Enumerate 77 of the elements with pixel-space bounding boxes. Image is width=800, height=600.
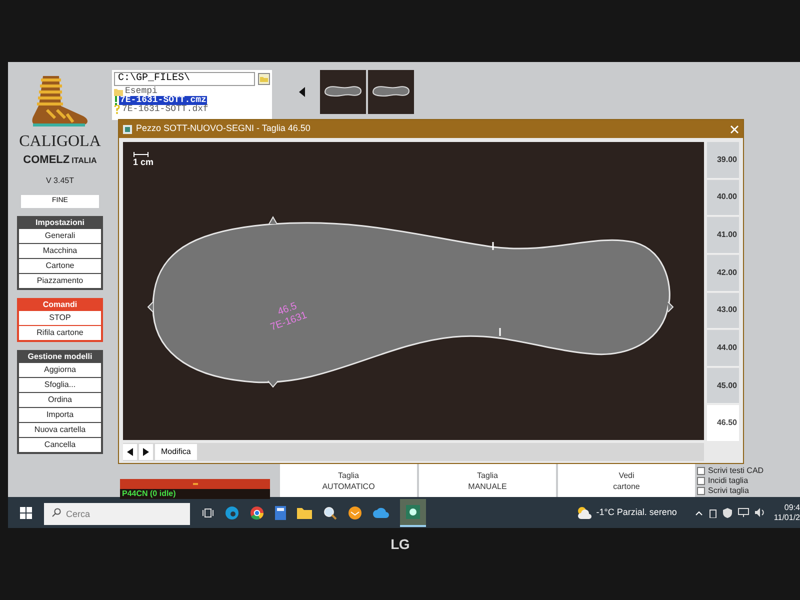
menu-button[interactable]: Cartone: [19, 258, 101, 272]
file-item[interactable]: 7E-1631-SOTT.cmz: [119, 96, 208, 105]
folder-icon: [114, 88, 123, 96]
left-arrow-icon: [127, 448, 133, 456]
menu-button[interactable]: Sfoglia...: [19, 378, 101, 392]
menu-button[interactable]: Ordina: [19, 392, 101, 406]
logo-brand: COMELZ: [23, 153, 70, 168]
cloud-icon[interactable]: [373, 507, 389, 518]
next-button[interactable]: [139, 444, 153, 460]
window-icon: [123, 124, 132, 134]
shield-icon[interactable]: [722, 508, 732, 518]
task-view-icon[interactable]: [202, 506, 214, 518]
action-button[interactable]: Vedi cartone: [558, 464, 695, 497]
action-button[interactable]: Taglia MANUALE: [419, 464, 556, 497]
menu-button[interactable]: Generali: [19, 228, 101, 242]
size-list-item[interactable]: 42.00: [707, 254, 739, 292]
exclamation-icon: [114, 96, 118, 105]
clock-time[interactable]: 09:4: [784, 502, 800, 512]
speaker-icon[interactable]: [754, 508, 766, 517]
right-arrow-icon: [143, 448, 149, 456]
folder-icon[interactable]: [297, 506, 312, 518]
action-button[interactable]: Taglia AUTOMATICO: [280, 464, 417, 497]
size-list-item[interactable]: 40.00: [707, 180, 739, 216]
question-icon: [114, 105, 120, 114]
path-field[interactable]: C:\GP_FILES\: [114, 72, 255, 86]
close-icon[interactable]: [730, 124, 739, 134]
window-title: Pezzo SOTT-NUOVO-SEGNI - Taglia 46.50: [136, 122, 312, 136]
menu-button[interactable]: Importa: [19, 408, 101, 422]
menu-button[interactable]: Nuova cartella: [19, 422, 101, 436]
menu-button[interactable]: STOP: [19, 310, 101, 324]
search-icon: [52, 508, 61, 516]
menu-button[interactable]: Piazzamento: [19, 274, 101, 288]
magnifier-icon[interactable]: [323, 506, 337, 520]
scale-bar-icon: [133, 152, 149, 157]
sole-thumbnail[interactable]: [320, 70, 366, 114]
logo-country: ITALIA: [72, 155, 97, 167]
group-title: Gestione modelli: [26, 352, 94, 362]
checkbox-label: Scrivi taglia: [708, 486, 749, 496]
group-title: Comandi: [42, 300, 78, 310]
checkbox[interactable]: [697, 487, 705, 495]
windows-start-icon[interactable]: [20, 506, 32, 518]
size-list-item[interactable]: 45.00: [707, 368, 739, 404]
app-taskbar-button[interactable]: [400, 498, 426, 526]
mail-icon[interactable]: [348, 506, 362, 520]
status-text: P44CN (0 idle): [120, 489, 270, 499]
sole-thumbnail[interactable]: [368, 70, 414, 114]
checkbox[interactable]: [697, 467, 705, 475]
weather-icon: [576, 506, 592, 519]
size-list-item[interactable]: 46.50: [707, 405, 739, 441]
size-list-item[interactable]: 39.00: [707, 142, 739, 179]
logo-name: CALIGOLA: [19, 134, 101, 150]
size-list-item[interactable]: 41.00: [707, 217, 739, 254]
size-list-item[interactable]: 43.00: [707, 292, 739, 330]
version-label: V 3.45T: [46, 174, 74, 186]
checkbox[interactable]: [697, 477, 705, 485]
file-item[interactable]: Esempi: [124, 87, 158, 96]
monitor-brand-logo: LG: [390, 535, 410, 554]
checkbox-label: Scrivi testi CAD: [708, 466, 764, 476]
app-icon: [406, 504, 420, 518]
file-item[interactable]: 7E-1631-SOTT.dxf: [121, 105, 210, 114]
group-title: Impostazioni: [34, 218, 86, 228]
scroll-left-icon[interactable]: [298, 86, 306, 98]
browser-icon[interactable]: [250, 506, 264, 520]
weather-text: -1°C Parzial. sereno: [596, 506, 677, 519]
scale-label: 1 cm: [133, 157, 154, 168]
search-field[interactable]: Cerca: [44, 502, 190, 524]
size-list-item[interactable]: 44.00: [707, 330, 739, 367]
edit-button[interactable]: Modifica: [155, 444, 197, 460]
menu-button[interactable]: Cancella: [19, 438, 101, 452]
clock-date[interactable]: 11/01/2: [774, 512, 800, 522]
menu-button[interactable]: Aggiorna: [19, 362, 101, 376]
chevron-up-icon[interactable]: [694, 510, 703, 516]
network-icon[interactable]: [738, 508, 749, 517]
menu-button[interactable]: Macchina: [19, 244, 101, 258]
checkbox-label: Incidi taglia: [708, 476, 748, 486]
menu-button[interactable]: Rifila cartone: [19, 326, 101, 340]
previous-button[interactable]: [123, 444, 137, 460]
